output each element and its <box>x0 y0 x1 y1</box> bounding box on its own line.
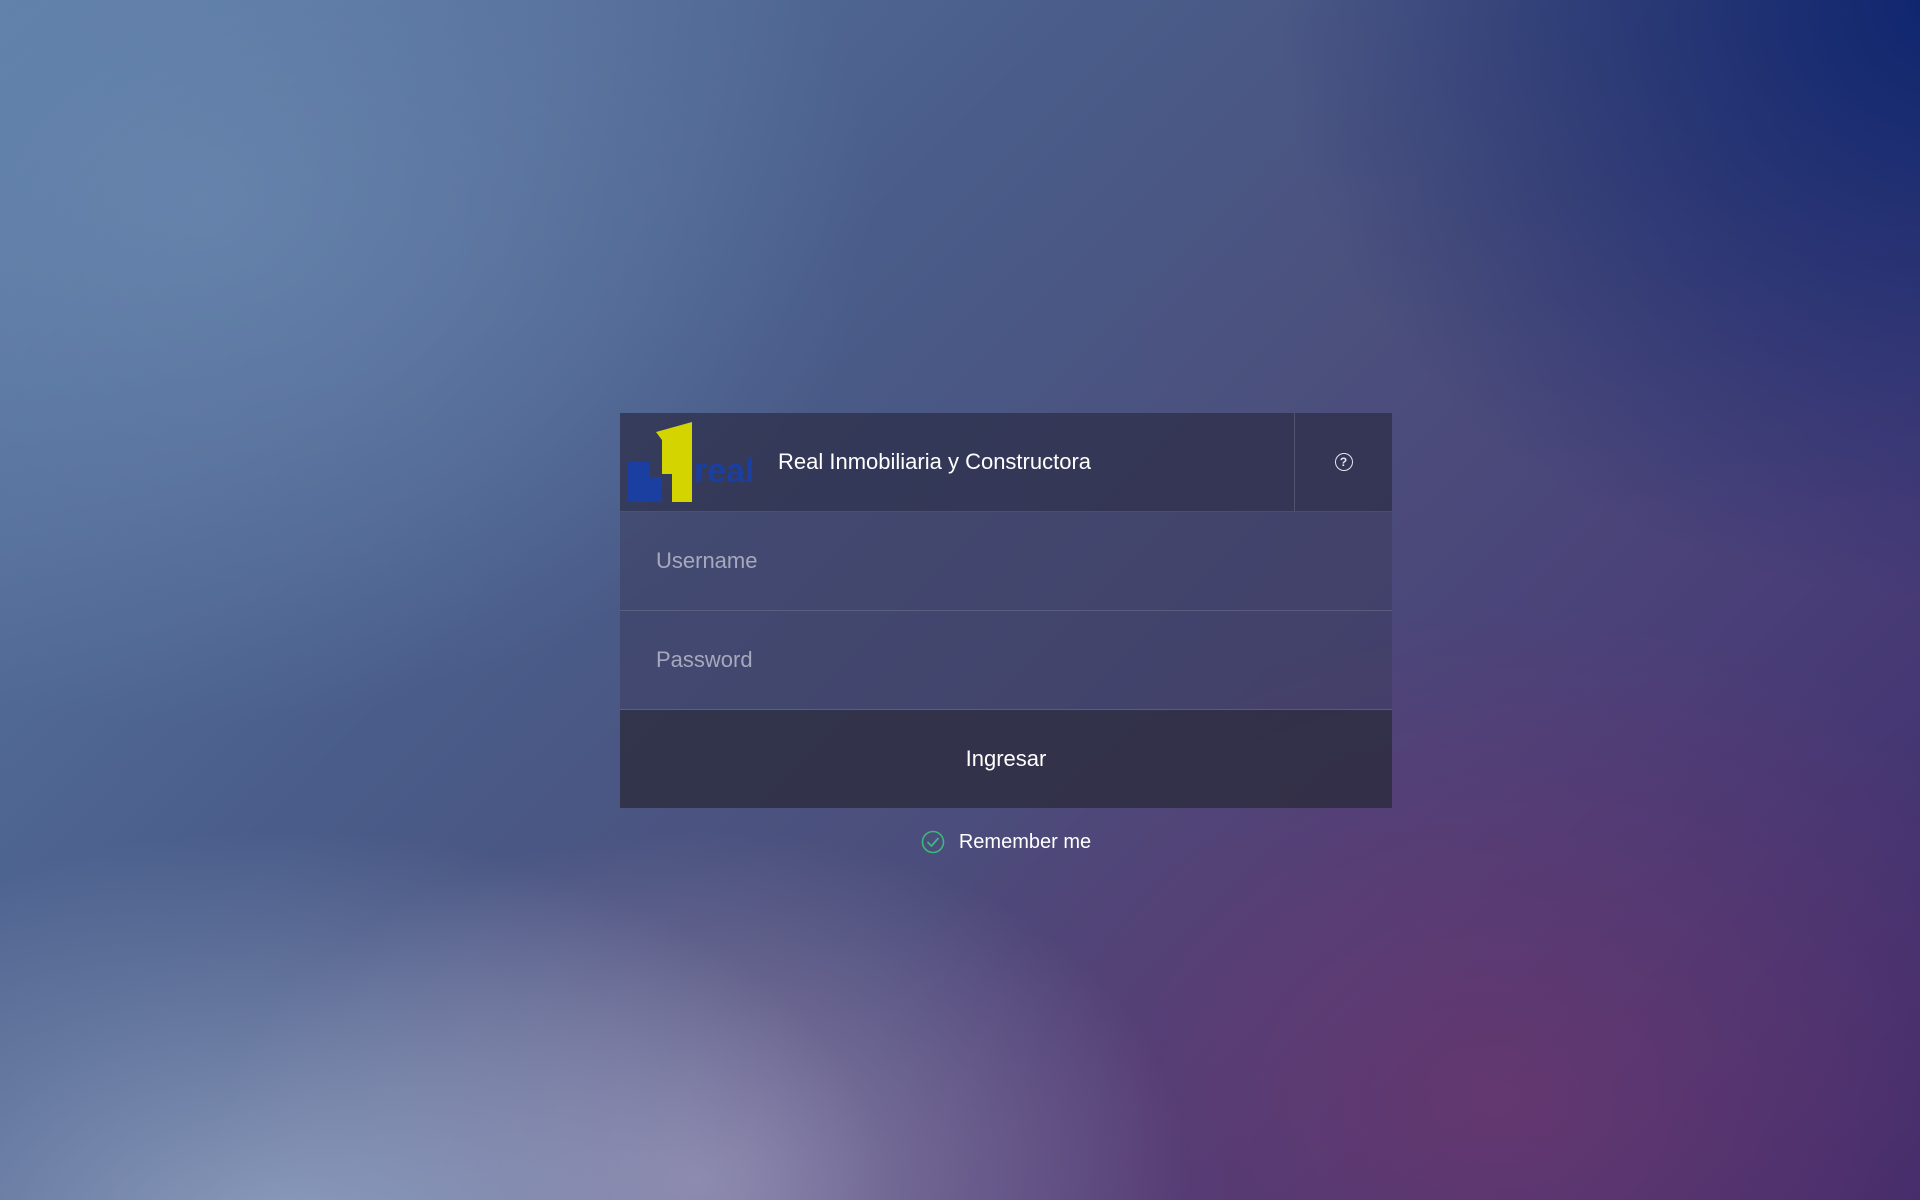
company-name: Real Inmobiliaria y Constructora <box>778 449 1092 474</box>
question-circle-icon: ? <box>1334 453 1353 471</box>
login-header: real Real Inmobiliaria y Constructora ? <box>620 413 1392 512</box>
brand: real Real Inmobiliaria y Constructora <box>620 413 1295 511</box>
password-field-row <box>620 611 1392 710</box>
remember-me-toggle[interactable]: Remember me <box>620 830 1392 854</box>
check-circle-icon <box>921 830 945 854</box>
company-logo: real <box>628 422 755 502</box>
remember-me-label: Remember me <box>958 830 1092 853</box>
password-input[interactable] <box>620 611 1392 709</box>
logo-text: real <box>694 452 755 490</box>
help-button[interactable]: ? <box>1295 413 1392 511</box>
login-button-label: Ingresar <box>965 746 1047 771</box>
username-field-row <box>620 512 1392 611</box>
login-panel: real Real Inmobiliaria y Constructora ? … <box>620 413 1392 854</box>
login-button[interactable]: Ingresar <box>620 710 1392 808</box>
username-input[interactable] <box>620 512 1392 610</box>
